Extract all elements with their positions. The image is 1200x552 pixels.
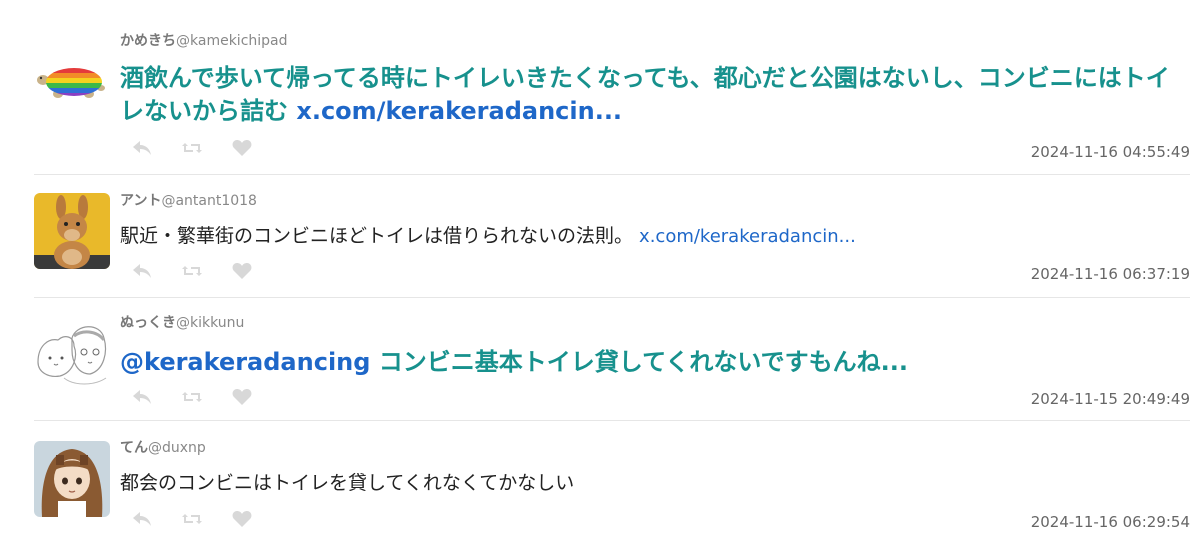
- anime-girl-icon: [34, 441, 110, 517]
- user-name[interactable]: ぬっくき: [120, 315, 176, 331]
- user-handle[interactable]: @duxnp: [148, 440, 206, 456]
- user-handle[interactable]: @antant1018: [161, 193, 257, 209]
- tweet-body: 駅近・繁華街のコンビニほどトイレは借りられないの法則。: [120, 225, 640, 247]
- like-icon: [232, 140, 252, 156]
- reply-button[interactable]: [130, 385, 154, 409]
- user-handle[interactable]: @kamekichipad: [176, 33, 288, 49]
- tweet-link[interactable]: x.com/kerakeradancin...: [296, 97, 622, 125]
- retweet-icon: [182, 143, 202, 153]
- tweet-body: コンビニ基本トイレ貸してくれないですもんね...: [370, 348, 908, 376]
- reply-icon: [133, 390, 151, 404]
- retweet-button[interactable]: [180, 385, 204, 409]
- like-button[interactable]: [230, 385, 254, 409]
- reply-button[interactable]: [130, 259, 154, 283]
- tweet-timestamp[interactable]: 2024-11-16 04:55:49: [1031, 142, 1190, 162]
- reply-icon: [133, 512, 151, 526]
- reply-button[interactable]: [130, 136, 154, 160]
- tweet-text: 酒飲んで歩いて帰ってる時にトイレいきたくなっても、都心だと公園はないし、コンビニ…: [120, 62, 1180, 128]
- tweet-actions: [130, 259, 280, 283]
- tweet-actions: [130, 507, 280, 531]
- tweet-timestamp[interactable]: 2024-11-15 20:49:49: [1031, 389, 1190, 409]
- retweet-icon: [182, 266, 202, 276]
- user-name[interactable]: アント: [120, 193, 161, 209]
- kangaroo-plush-icon: [34, 193, 110, 269]
- user-line: アント@antant1018: [120, 192, 257, 210]
- tweet-item: てん@duxnp 都会のコンビニはトイレを貸してくれなくてかなしい 2024-1…: [34, 421, 1190, 552]
- like-icon: [232, 389, 252, 405]
- tweet-feed: かめきち@kamekichipad 酒飲んで歩いて帰ってる時にトイレいきたくなっ…: [0, 0, 1200, 552]
- like-button[interactable]: [230, 136, 254, 160]
- retweet-button[interactable]: [180, 259, 204, 283]
- like-icon: [232, 511, 252, 527]
- tweet-text: @kerakeradancing コンビニ基本トイレ貸してくれないですもんね..…: [120, 346, 1180, 379]
- avatar[interactable]: [34, 316, 110, 392]
- user-line: てん@duxnp: [120, 439, 206, 457]
- reply-icon: [133, 141, 151, 155]
- rainbow-turtle-icon: [34, 36, 110, 112]
- tweet-text: 駅近・繁華街のコンビニほどトイレは借りられないの法則。 x.com/kerake…: [120, 223, 1180, 250]
- retweet-button[interactable]: [180, 136, 204, 160]
- avatar[interactable]: [34, 193, 110, 269]
- tweet-mention[interactable]: @kerakeradancing: [120, 348, 370, 376]
- user-handle[interactable]: @kikkunu: [176, 315, 244, 331]
- user-name[interactable]: てん: [120, 440, 148, 456]
- avatar[interactable]: [34, 441, 110, 517]
- like-button[interactable]: [230, 507, 254, 531]
- tweet-timestamp[interactable]: 2024-11-16 06:29:54: [1031, 512, 1190, 532]
- reply-button[interactable]: [130, 507, 154, 531]
- retweet-button[interactable]: [180, 507, 204, 531]
- tweet-body: 酒飲んで歩いて帰ってる時にトイレいきたくなっても、都心だと公園はないし、コンビニ…: [120, 64, 1170, 125]
- retweet-icon: [182, 392, 202, 402]
- tweet-actions: [130, 136, 280, 160]
- tweet-link[interactable]: x.com/kerakeradancin...: [639, 226, 856, 247]
- avatar[interactable]: [34, 36, 110, 112]
- like-button[interactable]: [230, 259, 254, 283]
- tweet-item: かめきち@kamekichipad 酒飲んで歩いて帰ってる時にトイレいきたくなっ…: [34, 22, 1190, 174]
- user-line: ぬっくき@kikkunu: [120, 314, 244, 332]
- user-line: かめきち@kamekichipad: [120, 32, 288, 50]
- sketch-characters-icon: [34, 316, 110, 392]
- tweet-body: 都会のコンビニはトイレを貸してくれなくてかなしい: [120, 472, 575, 494]
- tweet-item: アント@antant1018 駅近・繁華街のコンビニほどトイレは借りられないの法…: [34, 175, 1190, 297]
- tweet-item: ぬっくき@kikkunu @kerakeradancing コンビニ基本トイレ貸…: [34, 298, 1190, 420]
- retweet-icon: [182, 514, 202, 524]
- user-name[interactable]: かめきち: [120, 33, 176, 49]
- like-icon: [232, 263, 252, 279]
- tweet-timestamp[interactable]: 2024-11-16 06:37:19: [1031, 264, 1190, 284]
- tweet-actions: [130, 385, 280, 409]
- reply-icon: [133, 264, 151, 278]
- tweet-text: 都会のコンビニはトイレを貸してくれなくてかなしい: [120, 470, 1180, 496]
